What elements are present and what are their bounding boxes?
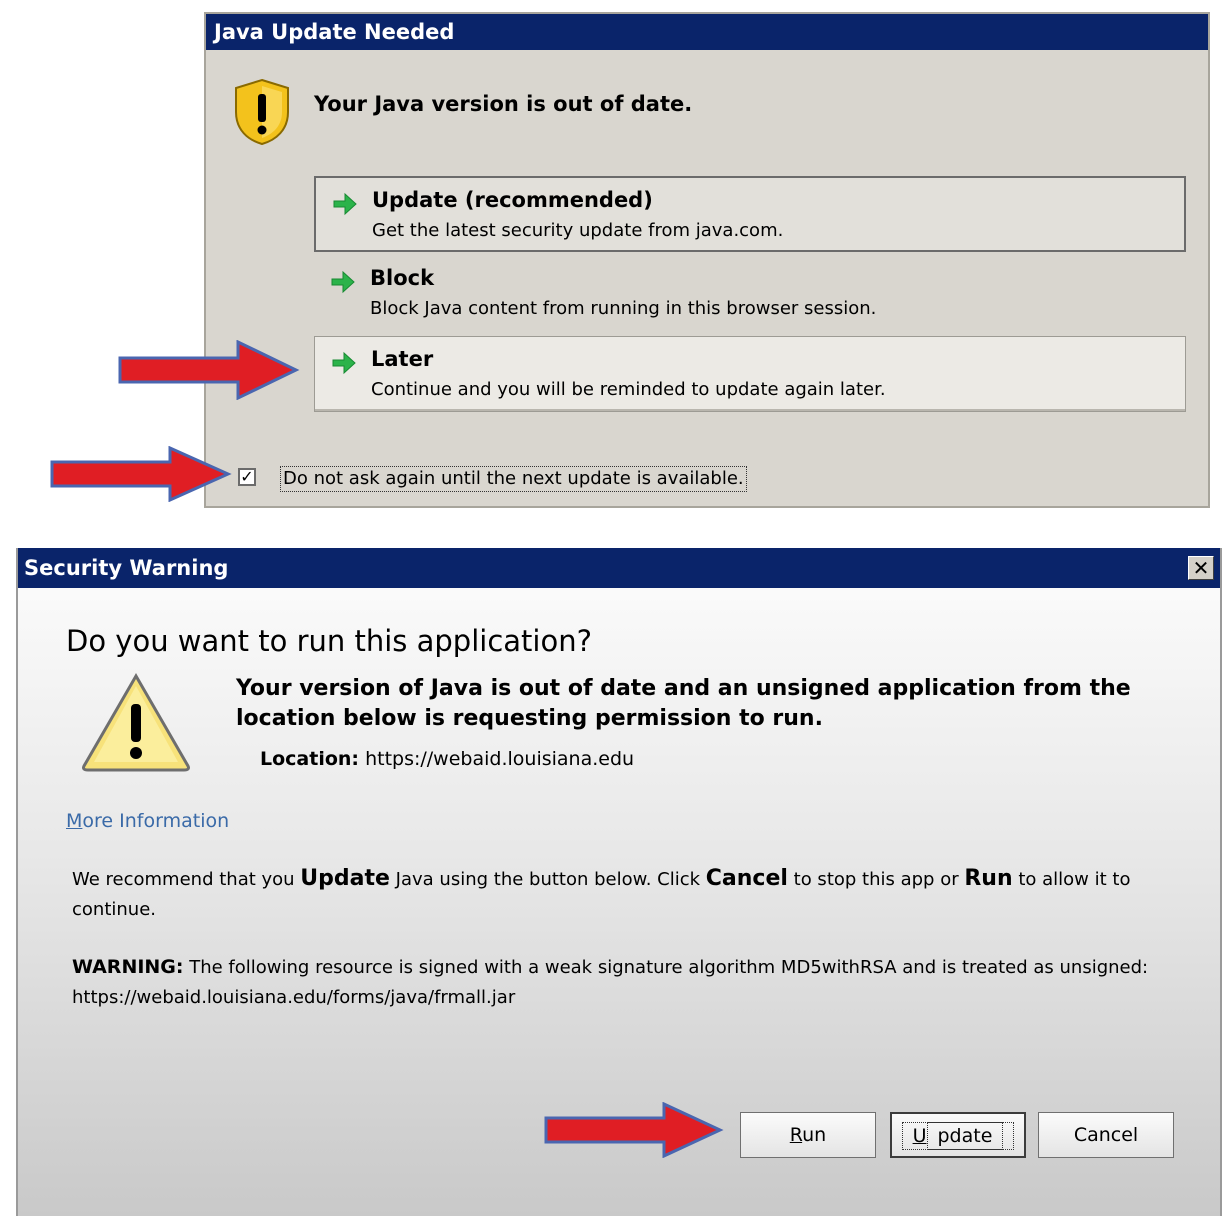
location-label: Location:	[260, 748, 360, 770]
rec-part: We recommend that you	[72, 869, 301, 890]
annotation-arrow-later	[118, 340, 300, 400]
run-accesskey: R	[789, 1124, 803, 1146]
warning-body: The following resource is signed with a …	[72, 957, 1149, 1008]
option-title: Later	[371, 347, 434, 371]
dialog-title: Security Warning ✕	[18, 548, 1220, 588]
more-information-text: ore Information	[82, 810, 230, 832]
update-accesskey: U	[912, 1125, 927, 1147]
more-information-accesskey: M	[66, 810, 83, 832]
green-arrow-icon	[332, 351, 356, 375]
recommendation-text: We recommend that you Update Java using …	[72, 864, 1182, 925]
rec-update-word: Update	[300, 866, 390, 891]
dialog-title: Java Update Needed	[206, 14, 1208, 50]
green-arrow-icon	[333, 192, 357, 216]
warning-message: Your version of Java is out of date and …	[236, 676, 1131, 731]
do-not-ask-checkbox[interactable]: ✓	[238, 468, 256, 486]
java-update-dialog: Java Update Needed Your Java version is …	[204, 12, 1210, 508]
warning-label: WARNING:	[72, 956, 184, 978]
location-value: https://webaid.louisiana.edu	[365, 748, 635, 770]
option-update[interactable]: Update (recommended) Get the latest secu…	[314, 176, 1186, 252]
rec-run-word: Run	[964, 866, 1013, 891]
rec-part: to stop this app or	[787, 869, 965, 890]
update-button[interactable]: Update	[890, 1112, 1026, 1158]
headline: Your Java version is out of date.	[314, 92, 693, 116]
shield-warning-icon	[235, 78, 289, 146]
option-title: Update (recommended)	[372, 188, 653, 212]
option-later[interactable]: Later Continue and you will be reminded …	[314, 336, 1186, 412]
option-desc: Block Java content from running in this …	[370, 298, 877, 319]
rec-cancel-word: Cancel	[705, 866, 788, 891]
warning-triangle-icon	[82, 673, 190, 772]
more-information-link[interactable]: More Information	[66, 810, 229, 832]
option-desc: Get the latest security update from java…	[372, 220, 784, 241]
annotation-arrow-run	[544, 1102, 724, 1158]
weak-signature-warning: WARNING: The following resource is signe…	[72, 952, 1182, 1013]
rec-part: Java using the button below. Click	[389, 869, 706, 890]
run-label-rest: un	[802, 1124, 827, 1146]
run-button[interactable]: Run	[740, 1112, 876, 1158]
option-block[interactable]: Block Block Java content from running in…	[314, 256, 1186, 332]
location-line: Location: https://webaid.louisiana.edu	[260, 748, 634, 770]
annotation-arrow-checkbox	[50, 446, 232, 502]
option-title: Block	[370, 266, 435, 290]
question-heading: Do you want to run this application?	[66, 624, 592, 658]
close-button[interactable]: ✕	[1188, 556, 1214, 580]
option-desc: Continue and you will be reminded to upd…	[371, 379, 886, 400]
update-label: Update	[901, 1122, 1015, 1150]
do-not-ask-label[interactable]: Do not ask again until the next update i…	[280, 466, 747, 492]
update-label-rest: pdate	[926, 1122, 1004, 1150]
cancel-button[interactable]: Cancel	[1038, 1112, 1174, 1158]
dialog-title-text: Security Warning	[24, 556, 229, 580]
green-arrow-icon	[331, 270, 355, 294]
